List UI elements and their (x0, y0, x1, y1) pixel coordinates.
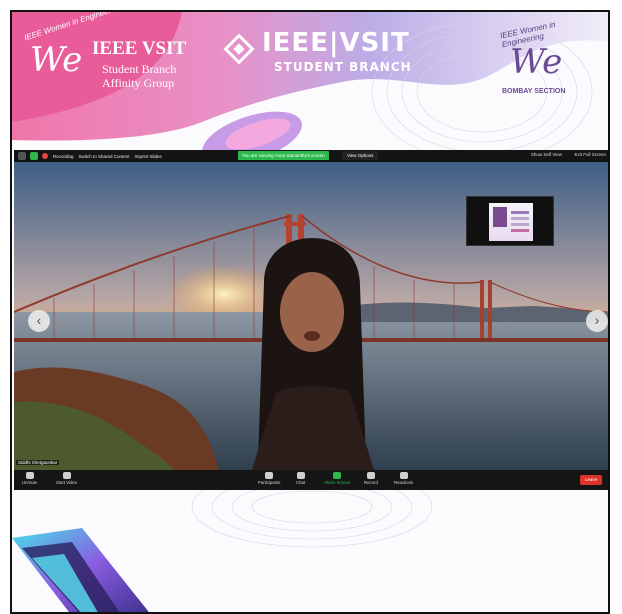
record-label: Record (364, 480, 378, 485)
ieee-diamond-icon (223, 33, 255, 65)
video-icon (62, 472, 71, 479)
shared-slide-preview (489, 203, 533, 241)
wie-bombay-logo: IEEE Women in Engineering We BOMBAY SECT… (490, 20, 590, 112)
leave-button[interactable]: Leave (580, 475, 602, 485)
wie-bombay-mark: We (510, 42, 563, 82)
header-banner: IEEE Women in Engineering We IEEE VSIT S… (12, 12, 608, 152)
reactions-button[interactable]: Reactions (394, 472, 413, 485)
participants-label: Participants (258, 480, 281, 485)
shared-screen-thumbnail[interactable] (466, 196, 554, 246)
record-dot-icon (42, 153, 48, 159)
share-screen-label: Share Screen (324, 480, 351, 485)
unmute-label: Unmute (22, 480, 38, 485)
chat-icon (296, 472, 305, 479)
meeting-top-bar: Recording Switch to Shared Content Impri… (14, 150, 608, 162)
recording-label: Recording (53, 153, 74, 159)
reactions-icon (399, 472, 408, 479)
wie-logo-line1: Student Branch (102, 62, 177, 76)
participants-button[interactable]: Participants (258, 472, 280, 485)
ieee-vsit-student-branch-logo: IEEE|VSIT STUDENT BRANCH (218, 24, 428, 82)
chevron-right-icon[interactable]: › (586, 310, 608, 332)
participant-name-tag: Siddhi Shetgaonkar (16, 460, 60, 465)
start-video-button[interactable]: Start Video (56, 472, 77, 485)
show-self-view-button[interactable]: Show Self View (531, 152, 562, 157)
start-video-label: Start Video (56, 480, 78, 485)
screen-share-banner: You are viewing Anna Samantha's screen (238, 151, 329, 160)
student-branch-subtitle: STUDENT BRANCH (274, 60, 412, 74)
chat-label: Chat (296, 480, 306, 485)
grid-icon[interactable] (18, 152, 26, 160)
record-icon (366, 472, 375, 479)
imprint-slides-button[interactable]: Imprint Slides (135, 154, 162, 159)
share-screen-icon (333, 472, 342, 479)
view-options-button[interactable]: View Options (342, 151, 379, 160)
student-branch-name: IEEE|VSIT (262, 28, 410, 58)
microphone-icon (25, 472, 34, 479)
exit-full-screen-button[interactable]: Exit Full Screen (574, 152, 606, 157)
bombay-section-label: BOMBAY SECTION (502, 88, 566, 95)
wie-mark: We (30, 40, 83, 80)
record-button[interactable]: Record (364, 472, 378, 485)
wie-logo-line2: Affinity Group (102, 76, 175, 90)
chat-button[interactable]: Chat (296, 472, 305, 485)
decorative-3d-shape (12, 528, 149, 612)
poster-frame: IEEE Women in Engineering We IEEE VSIT S… (10, 10, 610, 614)
unmute-button[interactable]: Unmute (22, 472, 37, 485)
share-screen-button[interactable]: Share Screen (324, 472, 350, 485)
wie-logo-title: IEEE VSIT (92, 38, 187, 59)
participants-icon (265, 472, 274, 479)
switch-content-button[interactable]: Switch to Shared Content (79, 154, 130, 159)
wie-vsit-logo: IEEE Women in Engineering We IEEE VSIT S… (22, 12, 212, 92)
meeting-controls-bar: Unmute Start Video Participants Chat Sha… (14, 470, 608, 490)
chevron-left-icon[interactable]: ‹ (28, 310, 50, 332)
zoom-meeting-window: Recording Switch to Shared Content Impri… (14, 150, 608, 490)
shield-icon[interactable] (30, 152, 38, 160)
reactions-label: Reactions (394, 480, 414, 485)
